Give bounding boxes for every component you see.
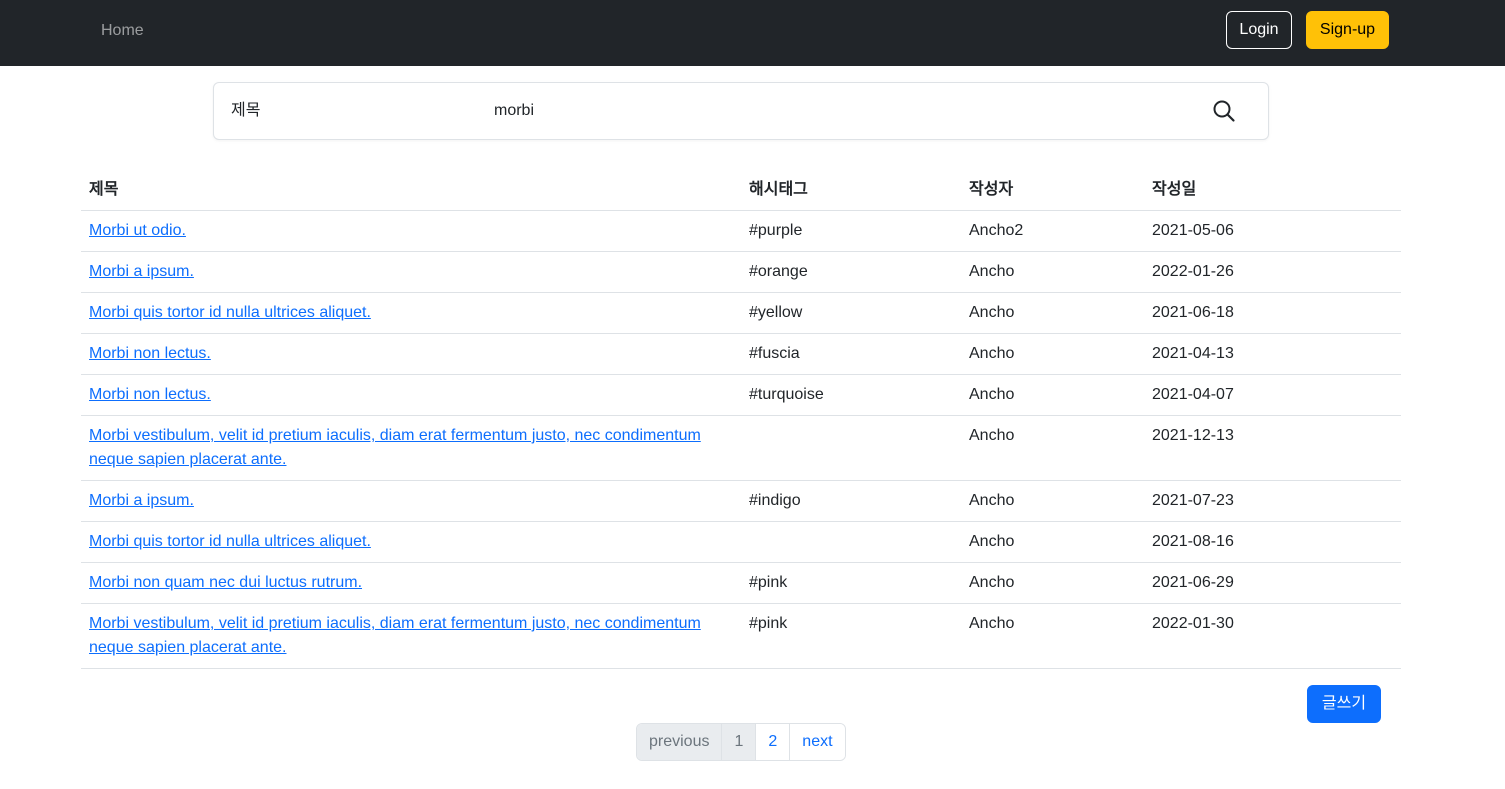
pagination: previous 1 2 next: [636, 723, 846, 761]
hashtag-cell: [741, 415, 961, 481]
date-cell: 2021-12-13: [1144, 415, 1401, 481]
author-cell: Ancho: [961, 292, 1144, 334]
table-row: Morbi a ipsum. #orange Ancho 2022-01-26: [81, 251, 1401, 293]
date-cell: 2021-04-07: [1144, 374, 1401, 416]
search-icon: [1213, 100, 1235, 122]
hashtag-cell: #indigo: [741, 480, 961, 522]
title-cell: Morbi non lectus.: [81, 374, 741, 416]
title-cell: Morbi quis tortor id nulla ultrices aliq…: [81, 292, 741, 334]
pagination-previous[interactable]: previous: [637, 724, 722, 760]
date-cell: 2022-01-26: [1144, 251, 1401, 293]
article-title-link[interactable]: Morbi non quam nec dui luctus rutrum.: [89, 574, 362, 591]
nav-home-link[interactable]: Home: [101, 20, 144, 42]
table-row: Morbi non lectus. #turquoise Ancho 2021-…: [81, 374, 1401, 416]
author-cell: Ancho: [961, 521, 1144, 563]
article-title-link[interactable]: Morbi a ipsum.: [89, 263, 194, 280]
date-cell: 2021-06-29: [1144, 562, 1401, 604]
hashtag-cell: #orange: [741, 251, 961, 293]
hashtag-cell: #pink: [741, 562, 961, 604]
top-navbar: Home Login Sign-up: [0, 0, 1505, 66]
table-row: Morbi non lectus. #fuscia Ancho 2021-04-…: [81, 333, 1401, 375]
article-table: 제목 해시태그 작성자 작성일 Morbi ut odio. #purple A…: [81, 169, 1401, 669]
author-cell: Ancho2: [961, 210, 1144, 252]
date-cell: 2021-06-18: [1144, 292, 1401, 334]
table-row: Morbi vestibulum, velit id pretium iacul…: [81, 603, 1401, 669]
title-cell: Morbi a ipsum.: [81, 480, 741, 522]
header-hashtag[interactable]: 해시태그: [741, 169, 961, 211]
header-date[interactable]: 작성일: [1144, 169, 1401, 211]
pagination-page-2[interactable]: 2: [755, 724, 790, 760]
article-title-link[interactable]: Morbi vestibulum, velit id pretium iacul…: [89, 427, 701, 468]
article-title-link[interactable]: Morbi a ipsum.: [89, 492, 194, 509]
title-cell: Morbi vestibulum, velit id pretium iacul…: [81, 603, 741, 669]
table-row: Morbi non quam nec dui luctus rutrum. #p…: [81, 562, 1401, 604]
date-cell: 2021-04-13: [1144, 333, 1401, 375]
article-title-link[interactable]: Morbi non lectus.: [89, 345, 211, 362]
date-cell: 2021-08-16: [1144, 521, 1401, 563]
author-cell: Ancho: [961, 562, 1144, 604]
write-post-button[interactable]: 글쓰기: [1307, 685, 1381, 723]
pagination-next[interactable]: next: [789, 724, 845, 760]
hashtag-cell: #purple: [741, 210, 961, 252]
author-cell: Ancho: [961, 374, 1144, 416]
hashtag-cell: #yellow: [741, 292, 961, 334]
search-type-select[interactable]: 제목: [231, 100, 260, 122]
title-cell: Morbi ut odio.: [81, 210, 741, 252]
hashtag-cell: #fuscia: [741, 333, 961, 375]
article-title-link[interactable]: Morbi quis tortor id nulla ultrices aliq…: [89, 533, 371, 550]
search-bar: 제목: [213, 82, 1269, 140]
date-cell: 2022-01-30: [1144, 603, 1401, 669]
title-cell: Morbi non quam nec dui luctus rutrum.: [81, 562, 741, 604]
table-row: Morbi quis tortor id nulla ultrices aliq…: [81, 521, 1401, 563]
author-cell: Ancho: [961, 333, 1144, 375]
table-row: Morbi ut odio. #purple Ancho2 2021-05-06: [81, 210, 1401, 252]
search-button[interactable]: [1211, 99, 1237, 125]
hashtag-cell: #turquoise: [741, 374, 961, 416]
date-cell: 2021-07-23: [1144, 480, 1401, 522]
header-title[interactable]: 제목: [81, 169, 741, 211]
table-row: Morbi vestibulum, velit id pretium iacul…: [81, 415, 1401, 481]
author-cell: Ancho: [961, 480, 1144, 522]
header-author[interactable]: 작성자: [961, 169, 1144, 211]
table-header-row: 제목 해시태그 작성자 작성일: [81, 169, 1401, 211]
hashtag-cell: [741, 521, 961, 563]
title-cell: Morbi non lectus.: [81, 333, 741, 375]
signup-button[interactable]: Sign-up: [1306, 11, 1389, 49]
table-row: Morbi quis tortor id nulla ultrices aliq…: [81, 292, 1401, 334]
author-cell: Ancho: [961, 251, 1144, 293]
search-input[interactable]: [494, 100, 1094, 122]
article-title-link[interactable]: Morbi quis tortor id nulla ultrices aliq…: [89, 304, 371, 321]
author-cell: Ancho: [961, 603, 1144, 669]
pagination-page-1[interactable]: 1: [721, 724, 756, 760]
hashtag-cell: #pink: [741, 603, 961, 669]
author-cell: Ancho: [961, 415, 1144, 481]
article-title-link[interactable]: Morbi ut odio.: [89, 222, 186, 239]
table-row: Morbi a ipsum. #indigo Ancho 2021-07-23: [81, 480, 1401, 522]
date-cell: 2021-05-06: [1144, 210, 1401, 252]
login-button[interactable]: Login: [1226, 11, 1292, 49]
title-cell: Morbi a ipsum.: [81, 251, 741, 293]
article-title-link[interactable]: Morbi non lectus.: [89, 386, 211, 403]
title-cell: Morbi quis tortor id nulla ultrices aliq…: [81, 521, 741, 563]
title-cell: Morbi vestibulum, velit id pretium iacul…: [81, 415, 741, 481]
article-title-link[interactable]: Morbi vestibulum, velit id pretium iacul…: [89, 615, 701, 656]
